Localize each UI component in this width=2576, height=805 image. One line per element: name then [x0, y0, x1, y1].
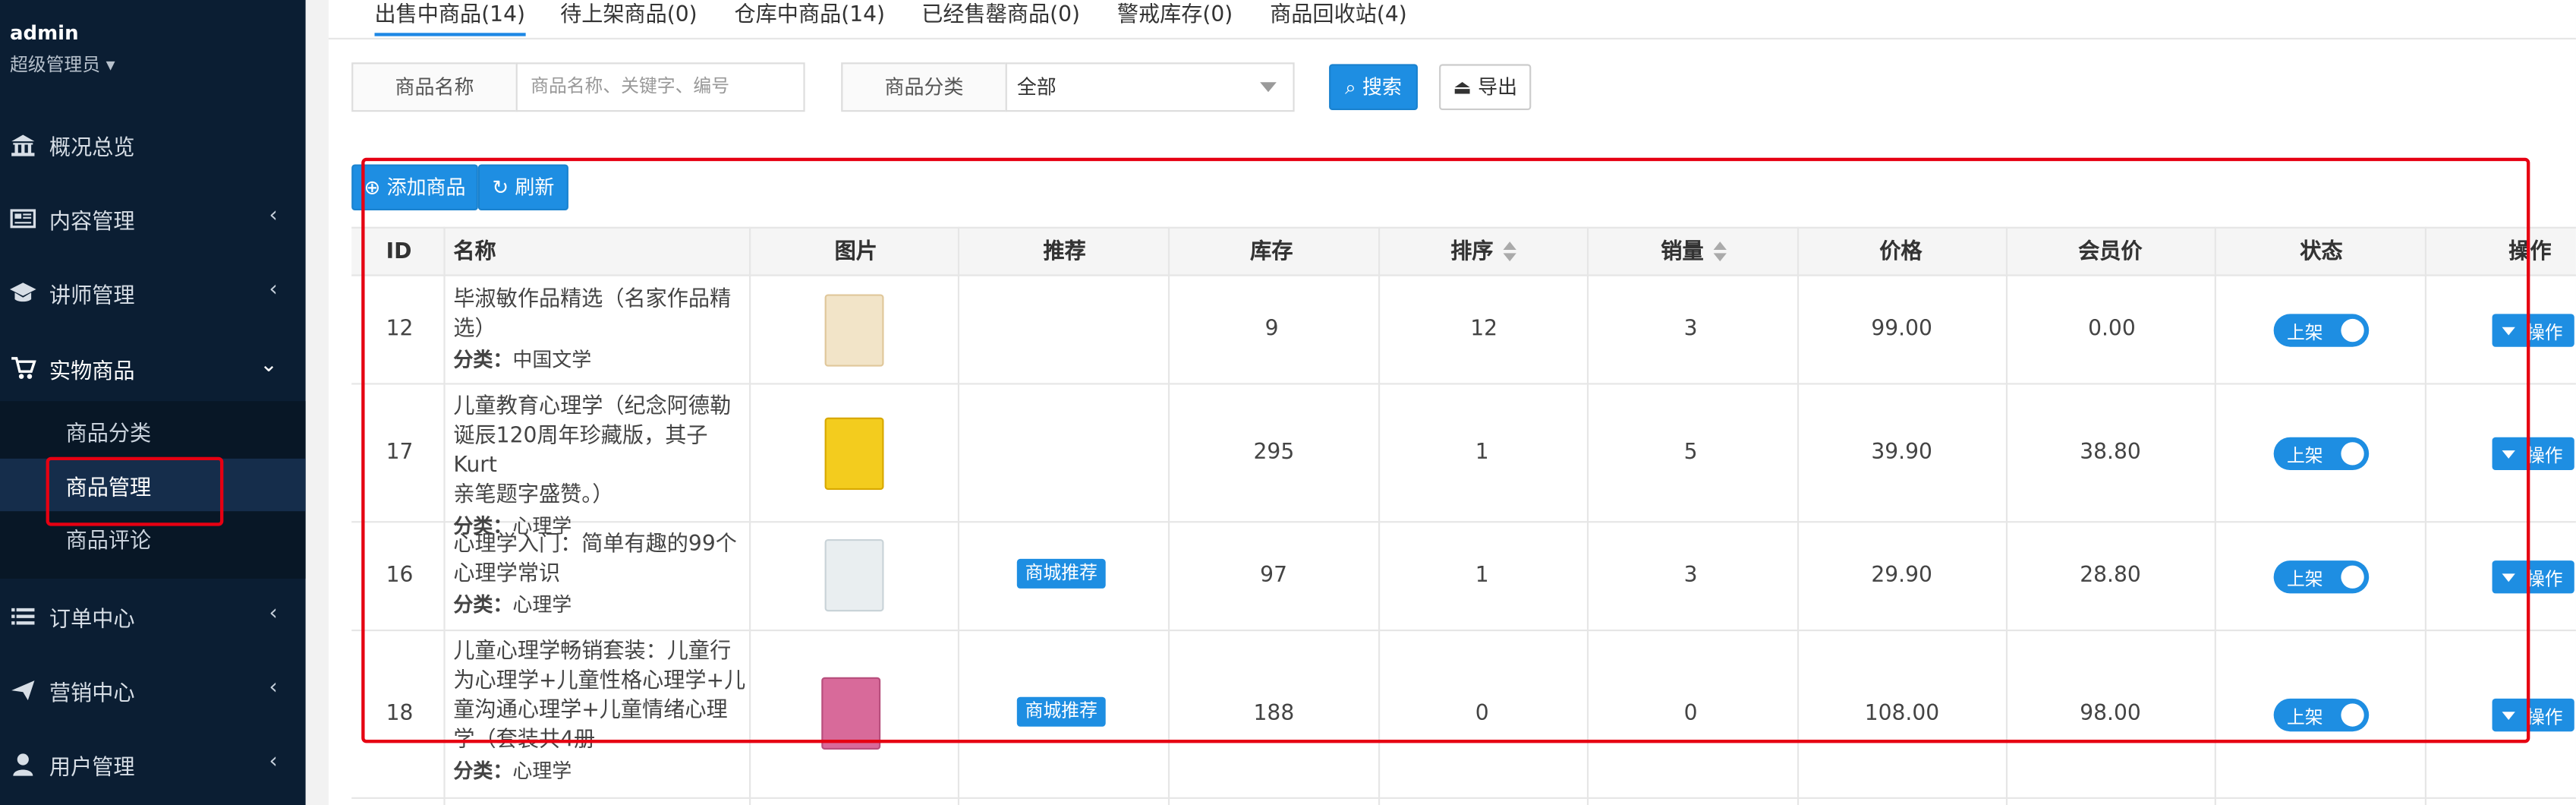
- bank-icon: [11, 134, 35, 156]
- user-role-dropdown[interactable]: 超级管理员 ▾: [10, 51, 115, 77]
- export-icon: ⏏: [1453, 75, 1472, 99]
- nav-item-goods[interactable]: 实物商品 ⌄: [0, 336, 306, 402]
- caret-down-icon: [1260, 82, 1277, 93]
- nav-item-marketing[interactable]: 营销中心 ‹: [0, 658, 306, 724]
- chevron-down-icon: ⌄: [260, 353, 278, 378]
- category-value: 心理学: [512, 759, 572, 783]
- tab-warehouse[interactable]: 仓库中商品(14): [735, 0, 885, 36]
- sidebar-item-label: 商品评论: [65, 529, 152, 554]
- list-icon: [11, 608, 35, 625]
- nav-item-label: 营销中心: [49, 682, 135, 707]
- category-select-value: 全部: [1016, 75, 1057, 99]
- sidebar-item-goods-category[interactable]: 商品分类: [0, 404, 306, 456]
- category-prefix: 分类：: [453, 759, 513, 783]
- nav-item-label: 讲师管理: [49, 284, 135, 309]
- nav-item-label: 内容管理: [49, 210, 135, 235]
- chevron-left-icon: ‹: [269, 750, 278, 775]
- ops-label: 操作: [2527, 322, 2563, 344]
- nav-item-users[interactable]: 用户管理 ‹: [0, 731, 306, 797]
- user-role-label: 超级管理员: [9, 54, 101, 76]
- tab-bar: 出售中商品(14) 待上架商品(0) 仓库中商品(14) 已经售罄商品(0) 警…: [328, 0, 2576, 39]
- goods-category-label: 商品分类: [841, 62, 1007, 112]
- sidebar: admin 超级管理员 ▾ 概况总览 内容管理 ‹ 讲师管理 ‹ 实物商品 ⌄ …: [0, 0, 306, 805]
- highlight-box-sidebar: [46, 456, 224, 526]
- tab-sold-out[interactable]: 已经售罄商品(0): [921, 0, 1080, 36]
- user-icon: [13, 753, 33, 776]
- search-button-label: 搜索: [1362, 75, 1402, 99]
- tab-stock-alert[interactable]: 警戒库存(0): [1117, 0, 1233, 36]
- goods-name-input[interactable]: 商品名称、关键字、编号: [515, 62, 805, 112]
- row-category: 分类：心理学: [453, 756, 745, 786]
- cart-icon: [11, 357, 36, 379]
- ops-label: 操作: [2527, 568, 2563, 591]
- nav-item-label: 订单中心: [49, 608, 135, 633]
- nav-item-teachers[interactable]: 讲师管理 ‹: [0, 260, 306, 326]
- tab-recycle-bin[interactable]: 商品回收站(4): [1270, 0, 1407, 36]
- highlight-box-table: [361, 157, 2530, 743]
- nav-item-label: 概况总览: [49, 136, 135, 162]
- nav-item-label: 用户管理: [49, 756, 135, 781]
- nav-item-overview[interactable]: 概况总览: [0, 112, 306, 178]
- tab-pending[interactable]: 待上架商品(0): [560, 0, 698, 36]
- search-icon: ⌕: [1345, 75, 1356, 99]
- goods-name-label: 商品名称: [351, 62, 518, 112]
- caret-down-icon: ▾: [105, 54, 115, 76]
- ops-label: 操作: [2527, 445, 2563, 467]
- chevron-left-icon: ‹: [269, 277, 278, 303]
- graduation-cap-icon: [9, 283, 36, 302]
- tab-on-sale[interactable]: 出售中商品(14): [374, 0, 525, 36]
- goods-category-select[interactable]: 全部: [1005, 62, 1295, 112]
- search-button[interactable]: ⌕ 搜索: [1329, 64, 1418, 111]
- nav-item-label: 实物商品: [49, 360, 135, 385]
- send-icon: [11, 680, 35, 701]
- chevron-left-icon: ‹: [269, 675, 278, 701]
- ops-label: 操作: [2527, 706, 2563, 728]
- chevron-left-icon: ‹: [269, 204, 278, 229]
- sidebar-item-label: 商品分类: [65, 422, 152, 447]
- export-button[interactable]: ⏏ 导出: [1439, 64, 1532, 111]
- newspaper-icon: [10, 209, 36, 229]
- user-name: admin: [9, 21, 79, 45]
- export-button-label: 导出: [1478, 75, 1518, 99]
- chevron-left-icon: ‹: [269, 601, 278, 627]
- nav-item-orders[interactable]: 订单中心 ‹: [0, 583, 306, 649]
- nav-item-content[interactable]: 内容管理 ‹: [0, 186, 306, 252]
